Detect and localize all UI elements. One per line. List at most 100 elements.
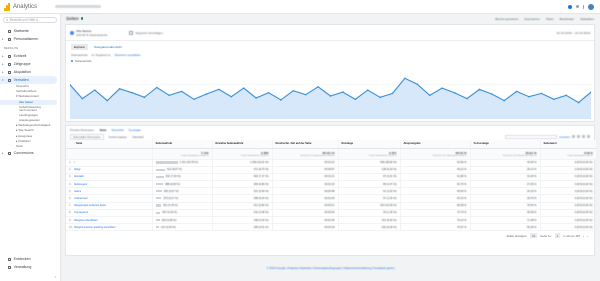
page-link[interactable]: /kontakt/ <box>74 175 84 178</box>
data-point[interactable] <box>205 93 208 95</box>
data-point[interactable] <box>242 87 245 89</box>
column-header[interactable]: Durchschn. Zeit auf der Seite <box>272 140 339 149</box>
column-header[interactable]: Absprungrate <box>400 140 471 149</box>
page-link[interactable]: /referenzen/ <box>74 197 88 200</box>
analytics-logo-icon[interactable] <box>4 2 10 11</box>
data-point[interactable] <box>552 98 555 101</box>
sidebar-item-entdecken[interactable]: Entdecken <box>0 255 61 263</box>
data-point[interactable] <box>292 89 295 92</box>
page-link[interactable]: / <box>74 161 75 164</box>
goto-page-input[interactable]: 1 <box>554 233 561 239</box>
sidebar-item-personalisieren[interactable]: ▸ Personalisieren <box>0 35 60 43</box>
data-point[interactable] <box>304 93 307 96</box>
data-point[interactable] <box>94 89 96 91</box>
table-search-input[interactable] <box>505 134 558 139</box>
column-header[interactable]: Einzelne Seitenaufrufe <box>212 140 273 149</box>
data-point[interactable] <box>180 90 183 93</box>
page-footer[interactable]: © 2019 Google | Analytics-Startseite | N… <box>61 266 600 270</box>
data-point[interactable] <box>118 87 121 90</box>
data-point[interactable] <box>577 101 580 104</box>
secondary-dimension-dropdown[interactable]: Sekundäre Dimension <box>70 133 104 140</box>
toolbar-action-3[interactable]: Bearbeiten <box>560 17 575 21</box>
data-point[interactable] <box>354 98 357 101</box>
sidebar-item-verhalten[interactable]: ▾ Verhalten <box>0 76 57 84</box>
data-point[interactable] <box>404 77 406 80</box>
sidebar-item-echtzeit[interactable]: ▸ Echtzeit <box>0 52 60 60</box>
sidebar-item-akquisition[interactable]: ▸ Akquisition <box>0 68 60 76</box>
data-point[interactable] <box>453 91 456 94</box>
advanced-filter-link[interactable]: erweitert <box>559 135 570 139</box>
page-link[interactable]: /blog/conversion-tracking-einrichten/ <box>74 226 116 229</box>
account-selector[interactable] <box>54 5 101 8</box>
tab-explorer[interactable]: Explorer <box>71 44 89 50</box>
page-link[interactable]: /leistungen/ <box>74 183 87 186</box>
more-icon[interactable] <box>582 4 584 9</box>
apps-icon[interactable] <box>575 5 579 8</box>
column-header[interactable]: % Ausstiege <box>470 140 541 149</box>
sampling-status-icon[interactable] <box>80 17 84 20</box>
data-point[interactable] <box>528 95 530 98</box>
page-link[interactable]: /blog/ <box>74 168 80 171</box>
column-header[interactable]: Seite <box>66 140 153 149</box>
sort-type-dropdown[interactable]: Standard <box>132 135 143 139</box>
data-point[interactable] <box>503 99 505 102</box>
toolbar-action-1[interactable]: Exportieren <box>524 17 539 21</box>
sidebar-item-startseite[interactable]: Startseite <box>0 27 60 35</box>
pie-view-icon[interactable] <box>577 135 580 138</box>
data-point[interactable] <box>106 99 109 102</box>
toolbar-action-0[interactable]: Bericht speichern <box>495 17 518 21</box>
data-point[interactable] <box>218 88 220 91</box>
column-header[interactable]: Einstiege <box>338 140 401 149</box>
data-point[interactable] <box>267 91 270 94</box>
sidebar-item-conversions[interactable]: ▸ Conversions <box>0 149 60 157</box>
notifications-icon[interactable] <box>567 4 572 9</box>
data-point[interactable] <box>193 98 195 101</box>
data-point[interactable] <box>416 83 419 85</box>
column-header[interactable]: Seitenaufrufe <box>152 140 213 149</box>
sidebar-subitem[interactable]: Aufschlüsselung nach Content <box>0 105 60 113</box>
data-point[interactable] <box>143 96 146 99</box>
data-point[interactable] <box>379 96 381 99</box>
segment-all-users[interactable]: Alle Nutzer 100,00 % Seitenaufrufe <box>70 29 107 37</box>
rows-per-page-select[interactable]: 10 <box>530 233 538 239</box>
page-link[interactable]: /impressum/ <box>74 211 88 214</box>
data-point[interactable] <box>466 97 468 100</box>
data-point[interactable] <box>441 87 443 89</box>
data-point[interactable] <box>366 89 369 91</box>
table-view-icon[interactable] <box>572 135 575 138</box>
prev-page-button[interactable]: ‹ <box>583 234 584 238</box>
collapse-sidebar-button[interactable]: ‹ <box>55 274 56 279</box>
toolbar-action-2[interactable]: Teilen <box>546 17 554 21</box>
date-range-picker[interactable]: 01.03.2019 – 31.03.2019 <box>557 31 590 35</box>
data-point[interactable] <box>280 99 282 101</box>
sidebar-subitem[interactable]: ▾ Websitecontent <box>0 94 60 99</box>
next-page-button[interactable]: › <box>587 234 588 238</box>
data-point[interactable] <box>329 95 332 97</box>
data-point[interactable] <box>131 91 133 94</box>
performance-view-icon[interactable] <box>582 135 585 138</box>
pageviews-chart[interactable] <box>70 73 591 119</box>
data-point[interactable] <box>428 94 431 97</box>
comparison-view-icon[interactable] <box>587 135 590 138</box>
data-point[interactable] <box>515 90 518 93</box>
avatar[interactable] <box>588 3 594 10</box>
column-header[interactable]: Seitenwert <box>540 140 597 149</box>
page-link[interactable]: /blog/seo-checkliste/ <box>74 219 98 222</box>
data-point[interactable] <box>230 95 233 98</box>
page-link[interactable]: /team/ <box>74 190 81 193</box>
data-point[interactable] <box>156 86 158 89</box>
dimension-option-sonstiges[interactable]: Sonstiges <box>129 128 141 132</box>
dimension-option-seitentitel[interactable]: Seitentitel <box>111 128 123 132</box>
sidebar-item-verwaltung[interactable]: Verwaltung <box>0 263 61 271</box>
data-point[interactable] <box>255 97 257 99</box>
sidebar-item-zielgruppe[interactable]: ▸ Zielgruppe <box>0 60 60 68</box>
data-point[interactable] <box>565 94 567 97</box>
add-segment-button[interactable]: Segment hinzufügen <box>129 30 163 35</box>
data-point[interactable] <box>81 97 84 100</box>
tab-navigationsuebersicht[interactable]: Navigationsübersicht <box>91 44 125 50</box>
sidebar-search-input[interactable]: ⚲ Berichte und Hilfe d… <box>3 17 57 23</box>
primary-dimension-seite[interactable]: Seite <box>100 128 107 132</box>
data-point[interactable] <box>391 92 394 95</box>
page-link[interactable]: /blog/google-analytics-tipps/ <box>74 204 106 207</box>
data-point[interactable] <box>342 91 344 93</box>
